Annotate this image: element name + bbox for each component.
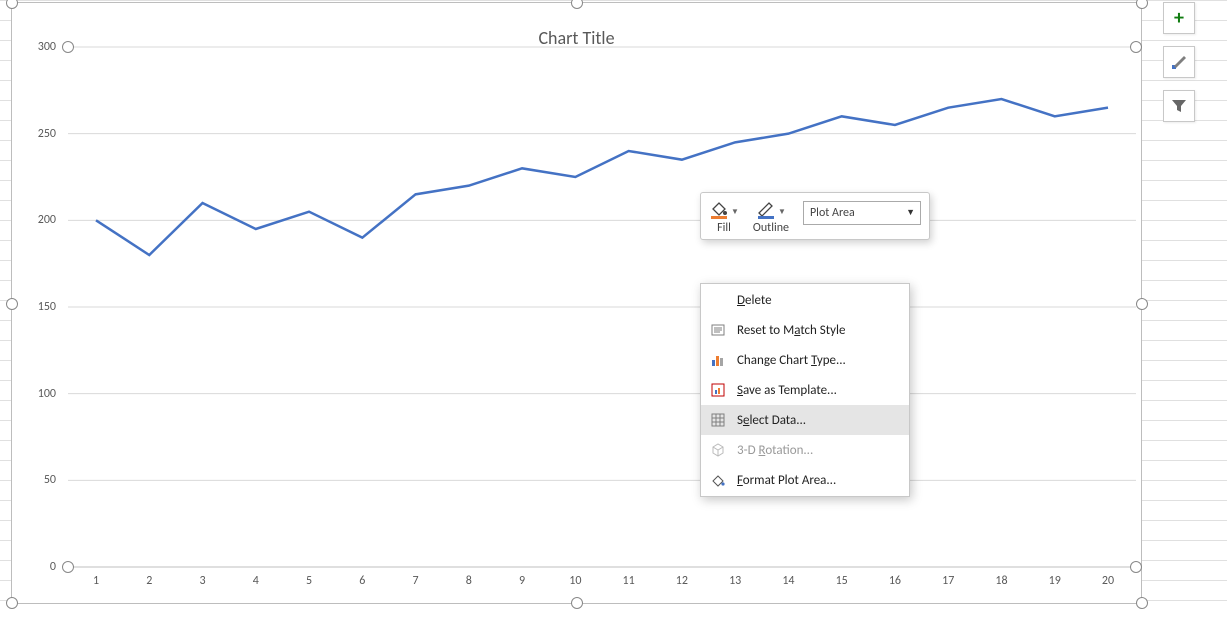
savechart-icon [709,381,727,399]
x-tick-label: 2 [134,574,164,588]
chart-styles-button[interactable] [1163,46,1195,78]
cube-icon [709,441,727,459]
resize-handle-e[interactable] [1136,298,1148,310]
plus-icon: + [1174,6,1184,30]
x-tick-label: 16 [880,574,910,588]
x-tick-label: 15 [827,574,857,588]
paintbrush-icon [1170,53,1188,71]
menu-item-label: Change Chart Type... [737,353,846,368]
chart-element-selector[interactable]: Plot Area [803,201,921,225]
paint-bucket-icon [709,199,729,219]
menu-item-delete[interactable]: Delete [701,285,909,315]
resize-handle-nw[interactable] [6,0,18,9]
x-tick-label: 7 [401,574,431,588]
chart-filters-button[interactable] [1163,90,1195,122]
funnel-icon [1171,98,1187,114]
mini-toolbar: ▼ Fill ▼ Outline Plot Area [700,192,930,240]
menu-item-label: Format Plot Area... [737,473,836,488]
chart-title[interactable]: Chart Title [12,27,1141,49]
chevron-down-icon: ▼ [778,207,786,219]
menu-item-label: 3-D Rotation... [737,443,813,458]
menu-item-select-data[interactable]: Select Data... [701,405,909,435]
menu-item-format[interactable]: Format Plot Area... [701,465,909,495]
menu-item-3d-rot: 3-D Rotation... [701,435,909,465]
chart-elements-button[interactable]: + [1163,2,1195,34]
pen-icon [756,199,776,219]
x-tick-label: 3 [188,574,218,588]
data-series-line[interactable] [96,99,1108,255]
x-tick-label: 17 [933,574,963,588]
y-tick-label: 100 [16,387,56,401]
fill-dropdown[interactable]: ▼ Fill [709,199,739,235]
menu-item-change-type[interactable]: Change Chart Type... [701,345,909,375]
x-tick-label: 4 [241,574,271,588]
outline-label: Outline [753,221,789,235]
resize-handle-se[interactable] [1136,597,1148,609]
resize-handle-s[interactable] [571,597,583,609]
y-tick-label: 150 [16,300,56,314]
menu-item-label: Select Data... [737,413,806,428]
x-tick-label: 18 [986,574,1016,588]
menu-item-reset[interactable]: Reset to Match Style [701,315,909,345]
selector-value: Plot Area [810,206,855,220]
y-tick-label: 300 [16,40,56,54]
x-tick-label: 14 [773,574,803,588]
x-tick-label: 9 [507,574,537,588]
barchart-icon [709,351,727,369]
chart-object[interactable]: Chart Title 050100150200250300 123456789… [11,2,1142,604]
formatbucket-icon [709,471,727,489]
plot-handle-ne[interactable] [1130,41,1142,53]
plot-handle-se[interactable] [1130,561,1142,573]
x-tick-label: 12 [667,574,697,588]
x-tick-label: 1 [81,574,111,588]
menu-item-save-tmpl[interactable]: Save as Template... [701,375,909,405]
x-tick-label: 10 [560,574,590,588]
resize-handle-w[interactable] [6,298,18,310]
y-tick-label: 0 [16,560,56,574]
chart-side-buttons: + [1163,2,1195,122]
x-tick-label: 6 [347,574,377,588]
plot-area[interactable]: 050100150200250300 123456789101112131415… [68,47,1136,567]
x-tick-label: 8 [454,574,484,588]
blank-icon [709,291,727,309]
fill-label: Fill [717,221,731,235]
plot-handle-sw[interactable] [62,561,74,573]
menu-item-label: Delete [737,293,772,308]
reset-icon [709,321,727,339]
x-tick-label: 19 [1040,574,1070,588]
y-tick-label: 200 [16,213,56,227]
menu-item-label: Reset to Match Style [737,323,845,338]
y-tick-label: 50 [16,473,56,487]
x-tick-label: 5 [294,574,324,588]
chevron-down-icon: ▼ [731,207,739,219]
plot-handle-nw[interactable] [62,41,74,53]
x-tick-label: 20 [1093,574,1123,588]
context-menu: Delete Reset to Match Style Change Chart T… [700,283,910,497]
x-tick-label: 13 [720,574,750,588]
resize-handle-n[interactable] [571,0,583,9]
menu-item-label: Save as Template... [737,383,837,398]
outline-dropdown[interactable]: ▼ Outline [753,199,789,235]
x-tick-label: 11 [614,574,644,588]
resize-handle-sw[interactable] [6,597,18,609]
y-tick-label: 250 [16,127,56,141]
selectdata-icon [709,411,727,429]
